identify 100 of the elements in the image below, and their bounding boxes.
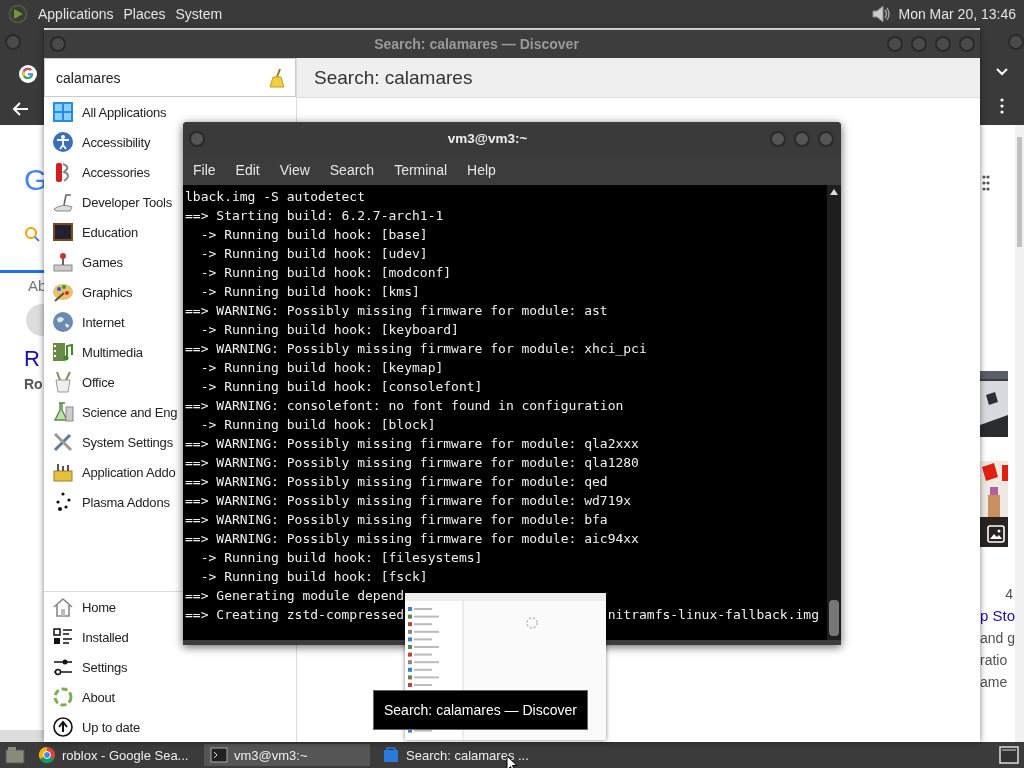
back-arrow-icon[interactable]: [12, 101, 30, 117]
house-icon: [52, 596, 74, 618]
ring-icon: [52, 686, 74, 708]
terminal-line: -> Running build hook: [keyboard]: [199, 321, 459, 339]
window-title: Search: calamares — Discover: [373, 36, 580, 52]
chevron-down-icon[interactable]: [995, 67, 1009, 77]
category-item[interactable]: Accessibility: [44, 127, 182, 157]
panel-menu[interactable]: Places: [123, 6, 166, 22]
nav-item[interactable]: Installed: [44, 622, 182, 652]
category-item[interactable]: Graphics: [44, 277, 182, 307]
terminal-line: -> Running build hook: [modconf]: [199, 264, 452, 282]
nav-item[interactable]: Home: [44, 592, 182, 622]
terminal-line: lback.img -S autodetect: [185, 188, 365, 206]
window-button-icon[interactable]: [188, 129, 206, 148]
terminal-line: nitramfs-linux-fallback.img: [607, 606, 819, 624]
more-options-icon[interactable]: [999, 98, 1005, 114]
terminal-line: -> Running build hook: [kms]: [199, 283, 420, 301]
terminal-line: ==> WARNING: Possibly missing firmware for module: aic94xx: [185, 530, 639, 548]
scrollbar[interactable]: [827, 185, 841, 640]
workspace-icon[interactable]: [998, 745, 1020, 765]
up-arrow-circle-icon: [52, 716, 74, 738]
menu-item[interactable]: Search: [329, 162, 375, 178]
terminal-line: -> Running build hook: [keymap]: [199, 359, 444, 377]
show-desktop-icon[interactable]: [4, 745, 26, 765]
menu-item[interactable]: Help: [467, 162, 496, 178]
category-item[interactable]: Multimedia: [44, 337, 182, 367]
snippet-text: ame: [980, 673, 1009, 692]
terminal-line: ==> WARNING: Possibly missing firmware for module: ast: [185, 302, 608, 320]
snippet-text: ratio: [980, 651, 1009, 670]
film-music-icon: [52, 341, 74, 363]
result-link[interactable]: p Sto: [980, 605, 1016, 627]
broom-icon[interactable]: [267, 67, 285, 88]
menu-item[interactable]: Terminal: [394, 162, 448, 178]
terminal-line: -> Running build hook: [filesystems]: [199, 549, 483, 567]
toolbox-icon: [52, 461, 74, 483]
category-item[interactable]: Plasma Addons: [44, 487, 182, 517]
scrollbar-thumb[interactable]: [829, 600, 839, 636]
trowel-icon: [52, 191, 74, 213]
category-item[interactable]: Science and Eng: [44, 397, 182, 427]
window-button-icon[interactable]: [793, 129, 811, 148]
taskbar-button[interactable]: roblox - Google Sea...: [32, 744, 198, 766]
terminal-line: ==> Creating zstd-compressed: [185, 606, 405, 624]
panel-menu[interactable]: Applications: [38, 6, 114, 22]
tooltip: Search: calamares — Discover: [373, 690, 588, 730]
terminal-line: -> Running build hook: [consolefont]: [199, 378, 483, 396]
menu-item[interactable]: Edit: [235, 162, 260, 178]
nav-item[interactable]: Up to date: [44, 712, 182, 742]
taskbar-button[interactable]: Search: calamares ...: [376, 744, 542, 766]
category-item[interactable]: Games: [44, 247, 182, 277]
window-button-icon[interactable]: [817, 129, 835, 148]
search-icon[interactable]: [24, 226, 40, 242]
accessibility-icon: [52, 131, 74, 153]
terminal-line: ==> WARNING: Possibly missing firmware for module: xhci_pci: [185, 340, 647, 358]
logo-text: G: [24, 162, 44, 198]
terminal-line: -> Running build hook: [fsck]: [199, 568, 428, 586]
menu-item[interactable]: File: [193, 162, 216, 178]
speaker-icon[interactable]: [870, 4, 893, 24]
terminal-line: ==> WARNING: Possibly missing firmware for module: bfa: [185, 511, 608, 529]
category-item[interactable]: Developer Tools: [44, 187, 182, 217]
terminal-line: -> Running build hook: [block]: [199, 416, 436, 434]
page-heading: Search: calamares: [314, 66, 473, 89]
distro-logo-icon[interactable]: [8, 4, 28, 24]
window-title: vm3@vm3:~: [446, 131, 529, 146]
joystick-icon: [52, 251, 74, 273]
terminal-line: -> Running build hook: [udev]: [199, 245, 428, 263]
store-icon: [382, 746, 400, 764]
search-field[interactable]: calamares: [44, 58, 296, 97]
cup-brushes-icon: [52, 371, 74, 393]
panel-menu[interactable]: System: [175, 6, 223, 22]
result-title[interactable]: R: [24, 346, 44, 372]
category-item[interactable]: Office: [44, 367, 182, 397]
category-item[interactable]: Accessories: [44, 157, 182, 187]
snippet-text: and g: [980, 629, 1016, 648]
category-item[interactable]: System Settings: [44, 427, 182, 457]
menu-item[interactable]: View: [279, 162, 310, 178]
category-item[interactable]: Education: [44, 217, 182, 247]
taskbar-button[interactable]: vm3@vm3:~: [204, 744, 370, 766]
terminal-line: ==> WARNING: Possibly missing firmware for module: qla1280: [185, 454, 639, 472]
terminal-line: ==> WARNING: consolefont: no font found in configuration: [185, 397, 624, 415]
apps-grid-icon[interactable]: [982, 175, 990, 191]
category-item[interactable]: Application Addo: [44, 457, 182, 487]
nav-item[interactable]: About: [44, 682, 182, 712]
image-icon[interactable]: [987, 525, 1005, 543]
scrollbar[interactable]: [1015, 125, 1024, 742]
nav-item[interactable]: Settings: [44, 652, 182, 682]
scrollbar[interactable]: [0, 730, 44, 742]
flask-icon: [52, 401, 74, 423]
google-icon[interactable]: [18, 64, 38, 84]
terminal-line: ==> Generating module depend: [185, 587, 405, 605]
clock[interactable]: Mon Mar 20, 13:46: [898, 6, 1016, 22]
rating-text: 4: [1005, 585, 1014, 604]
scrollbar-thumb[interactable]: [1017, 137, 1022, 247]
window-button-icon[interactable]: [769, 129, 787, 148]
terminal-line: ==> Starting build: 6.2.7-arch1-1: [185, 207, 444, 225]
terminal-line: ==> WARNING: Possibly missing firmware for module: qed: [185, 473, 608, 491]
terminal-line: ==> WARNING: Possibly missing firmware for module: qla2xxx: [185, 435, 639, 453]
category-item[interactable]: Internet: [44, 307, 182, 337]
category-item[interactable]: All Applications: [44, 97, 182, 127]
tools-icon: [52, 431, 74, 453]
scroll-up-icon[interactable]: [830, 189, 838, 195]
